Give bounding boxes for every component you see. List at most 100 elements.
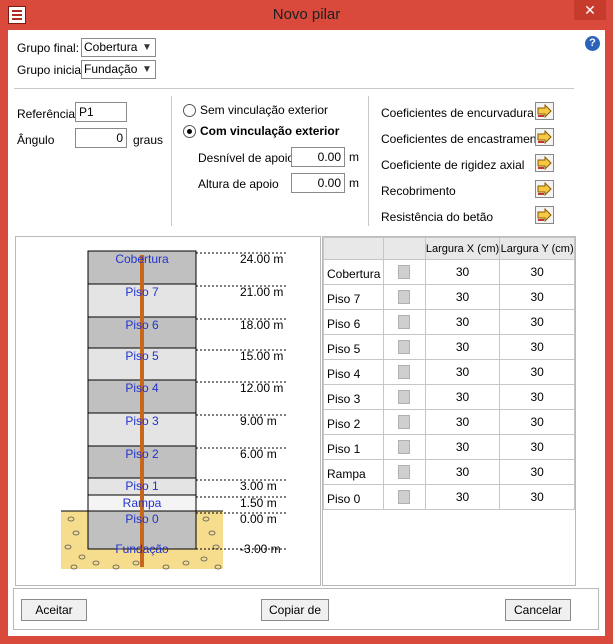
row-checkbox[interactable] bbox=[398, 340, 411, 355]
width-y-cell[interactable]: 30 bbox=[499, 334, 575, 360]
width-x-cell[interactable]: 30 bbox=[424, 334, 501, 360]
table-row[interactable]: Piso 6 30 30 bbox=[323, 309, 575, 335]
coefficient-label: Coeficiente de rigidez axial bbox=[381, 158, 525, 172]
width-x-cell[interactable]: 30 bbox=[424, 284, 501, 310]
row-checkbox[interactable] bbox=[398, 265, 411, 280]
width-y-cell[interactable]: 30 bbox=[499, 309, 575, 335]
row-select-cell[interactable] bbox=[382, 384, 426, 410]
edit-coefficient-button[interactable] bbox=[535, 102, 554, 120]
header-width-x: Largura X (cm) bbox=[424, 237, 501, 260]
row-name: Piso 3 bbox=[323, 384, 384, 410]
elevation-label: 6.00 m bbox=[240, 447, 277, 461]
row-select-cell[interactable] bbox=[382, 359, 426, 385]
table-row[interactable]: Piso 5 30 30 bbox=[323, 334, 575, 360]
width-y-cell[interactable]: 30 bbox=[499, 434, 575, 460]
width-y-cell[interactable]: 30 bbox=[499, 484, 575, 510]
header-width-y: Largura Y (cm) bbox=[499, 237, 575, 260]
width-x-cell[interactable]: 30 bbox=[424, 409, 501, 435]
table-row[interactable]: Piso 3 30 30 bbox=[323, 384, 575, 410]
elevation-label: 1.50 m bbox=[240, 496, 277, 510]
table-row[interactable]: Piso 4 30 30 bbox=[323, 359, 575, 385]
angle-input[interactable]: 0 bbox=[75, 128, 127, 148]
row-checkbox[interactable] bbox=[398, 315, 411, 330]
edit-coefficient-button[interactable] bbox=[535, 180, 554, 198]
row-name: Piso 1 bbox=[323, 434, 384, 460]
table-row[interactable]: Piso 1 30 30 bbox=[323, 434, 575, 460]
row-select-cell[interactable] bbox=[382, 259, 426, 285]
row-checkbox[interactable] bbox=[398, 465, 411, 480]
width-y-cell[interactable]: 30 bbox=[499, 409, 575, 435]
width-x-cell[interactable]: 30 bbox=[424, 459, 501, 485]
support-drop-unit: m bbox=[349, 150, 359, 164]
width-x-cell[interactable]: 30 bbox=[424, 309, 501, 335]
coefficient-label: Coeficientes de encastramento bbox=[381, 132, 547, 146]
width-y-cell[interactable]: 30 bbox=[499, 384, 575, 410]
button-bar: Aceitar Copiar de Cancelar bbox=[13, 588, 599, 630]
floor-name: Piso 4 bbox=[125, 381, 159, 395]
elevation-label: -3.00 m bbox=[240, 542, 281, 556]
table-row[interactable]: Piso 7 30 30 bbox=[323, 284, 575, 310]
row-checkbox[interactable] bbox=[398, 415, 411, 430]
width-y-cell[interactable]: 30 bbox=[499, 359, 575, 385]
row-select-cell[interactable] bbox=[382, 284, 426, 310]
copy-from-button[interactable]: Copiar de bbox=[261, 599, 329, 621]
table-row[interactable]: Piso 0 30 30 bbox=[323, 484, 575, 510]
width-x-cell[interactable]: 30 bbox=[424, 484, 501, 510]
arrow-right-icon bbox=[537, 182, 552, 196]
final-group-select[interactable]: Cobertura ▼ bbox=[81, 38, 156, 57]
table-row[interactable]: Rampa 30 30 bbox=[323, 459, 575, 485]
row-select-cell[interactable] bbox=[382, 434, 426, 460]
reference-input[interactable]: P1 bbox=[75, 102, 127, 122]
table-row[interactable]: Piso 2 30 30 bbox=[323, 409, 575, 435]
row-name: Rampa bbox=[323, 459, 384, 485]
row-select-cell[interactable] bbox=[382, 409, 426, 435]
elevation-label: 21.00 m bbox=[240, 285, 283, 299]
close-button[interactable]: ✕ bbox=[574, 0, 606, 20]
row-checkbox[interactable] bbox=[398, 390, 411, 405]
row-checkbox[interactable] bbox=[398, 365, 411, 380]
dimensions-table: Largura X (cm) Largura Y (cm) Cobertura 3… bbox=[322, 236, 576, 586]
arrow-right-icon bbox=[537, 104, 552, 118]
floor-name: Fundação bbox=[115, 542, 169, 556]
table-row[interactable]: Cobertura 30 30 bbox=[323, 259, 575, 285]
support-drop-input[interactable]: 0.00 bbox=[291, 147, 345, 167]
edit-coefficient-button[interactable] bbox=[535, 206, 554, 224]
support-height-input[interactable]: 0.00 bbox=[291, 173, 345, 193]
edit-coefficient-button[interactable] bbox=[535, 128, 554, 146]
width-x-cell[interactable]: 30 bbox=[424, 384, 501, 410]
row-name: Piso 0 bbox=[323, 484, 384, 510]
width-y-cell[interactable]: 30 bbox=[499, 259, 575, 285]
width-x-cell[interactable]: 30 bbox=[424, 359, 501, 385]
row-select-cell[interactable] bbox=[382, 334, 426, 360]
row-checkbox[interactable] bbox=[398, 490, 411, 505]
row-name: Piso 2 bbox=[323, 409, 384, 435]
width-x-cell[interactable]: 30 bbox=[424, 434, 501, 460]
width-y-cell[interactable]: 30 bbox=[499, 284, 575, 310]
with-link-label: Com vinculação exterior bbox=[200, 124, 340, 138]
floor-name: Piso 5 bbox=[125, 349, 159, 363]
help-icon[interactable]: ? bbox=[585, 36, 600, 51]
row-select-cell[interactable] bbox=[382, 309, 426, 335]
elevation-label: 0.00 m bbox=[240, 512, 277, 526]
header-select bbox=[382, 237, 426, 260]
chevron-down-icon: ▼ bbox=[142, 64, 152, 75]
row-select-cell[interactable] bbox=[382, 459, 426, 485]
elevation-label: 24.00 m bbox=[240, 252, 283, 266]
coefficient-label: Resistência do betão bbox=[381, 210, 494, 224]
floor-name: Piso 7 bbox=[125, 285, 159, 299]
cancel-button[interactable]: Cancelar bbox=[505, 599, 571, 621]
with-link-radio[interactable] bbox=[183, 125, 196, 138]
without-link-radio[interactable] bbox=[183, 104, 196, 117]
angle-unit: graus bbox=[133, 133, 164, 147]
header-name bbox=[323, 237, 384, 260]
coefficient-label: Coeficientes de encurvadura bbox=[381, 106, 534, 120]
elevation-label: 9.00 m bbox=[240, 414, 277, 428]
row-select-cell[interactable] bbox=[382, 484, 426, 510]
width-y-cell[interactable]: 30 bbox=[499, 459, 575, 485]
accept-button[interactable]: Aceitar bbox=[21, 599, 87, 621]
row-checkbox[interactable] bbox=[398, 290, 411, 305]
width-x-cell[interactable]: 30 bbox=[424, 259, 501, 285]
edit-coefficient-button[interactable] bbox=[535, 154, 554, 172]
row-checkbox[interactable] bbox=[398, 440, 411, 455]
initial-group-select[interactable]: Fundação ▼ bbox=[81, 60, 156, 79]
